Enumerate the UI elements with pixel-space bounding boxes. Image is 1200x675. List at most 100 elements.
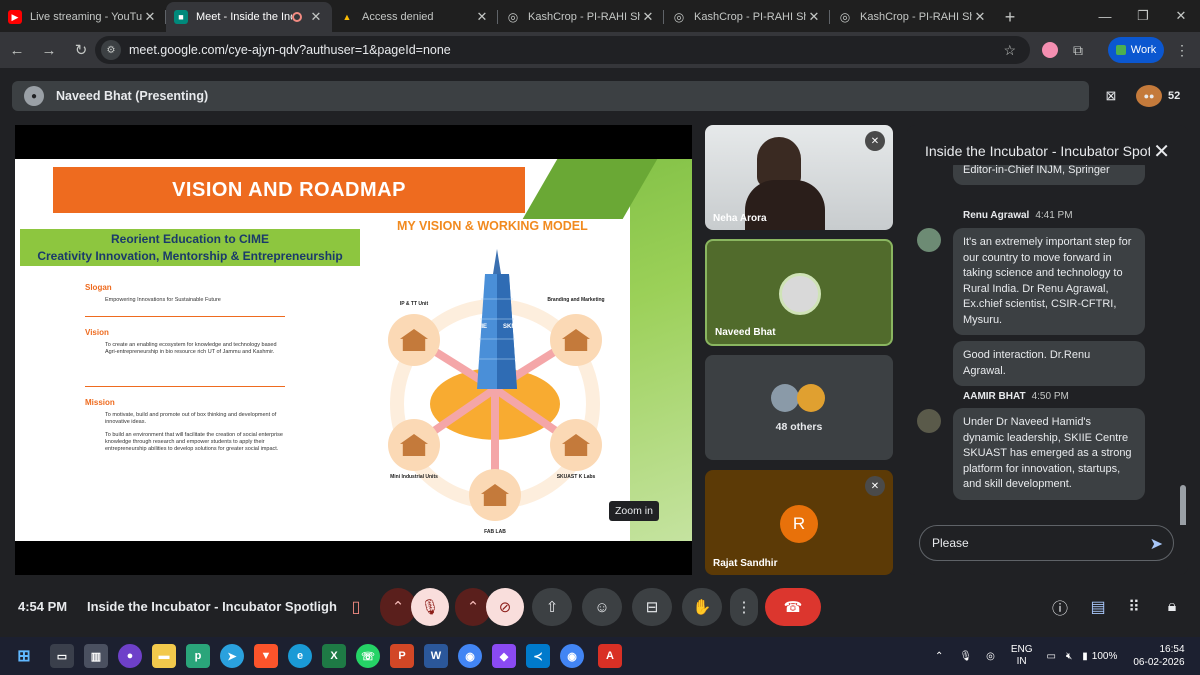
chat-input-text[interactable]: Please [932,536,969,550]
avatar [917,228,941,252]
telegram-icon[interactable]: ➤ [220,644,244,668]
participant-tile-rajat[interactable]: R ✕ Rajat Sandhir [705,470,893,575]
message-text: Under Dr Naveed Hamid's dynamic leadersh… [963,416,1132,490]
language-indicator[interactable]: ENG IN [1011,644,1033,668]
participant-tile-neha[interactable]: ✕ Neha Arora [705,125,893,230]
minimize-icon[interactable]: — [1086,0,1124,32]
more-options-button[interactable]: ⋮ [730,588,758,626]
close-icon[interactable]: ✕ [142,9,158,25]
captions-button[interactable]: ⊟ [632,588,672,626]
brave-icon[interactable]: ▼ [254,644,278,668]
app-icon[interactable]: ▥ [84,644,108,668]
whatsapp-icon[interactable]: ☏ [356,644,380,668]
bookmark-star-icon[interactable]: ☆ [1003,42,1016,59]
participant-tile-naveed[interactable]: Naveed Bhat [705,239,893,346]
presentation-toggle-icon[interactable]: ⊠ [1100,86,1122,106]
chevron-up-icon: ⌃ [466,599,480,616]
recording-icon[interactable]: ▯ [344,595,368,619]
avatar: R [780,505,818,543]
participants-avatars-icon[interactable]: ●● [1136,85,1162,107]
chevron-up-icon[interactable]: ⌃ [935,651,943,662]
edge-icon[interactable]: e [288,644,312,668]
tab-youtube-studio[interactable]: ▶ Live streaming - YouTube Studio ✕ [0,2,166,32]
mission-text-2: To build an environment that will facili… [105,432,283,452]
presentation-stage[interactable]: VISION AND ROADMAP Reorient Education to… [15,125,692,575]
battery-icon[interactable]: ▮ [1082,651,1088,662]
chat-scrollbar[interactable] [1180,485,1186,525]
word-icon[interactable]: W [424,644,448,668]
participant-tile-others[interactable]: 48 others [705,355,893,460]
browser-tab-strip: ▶ Live streaming - YouTube Studio ✕ ■ Me… [0,0,1200,32]
captions-icon: ⊟ [645,599,659,616]
present-button[interactable]: ⇧ [532,588,572,626]
tab-meet[interactable]: ■ Meet - Inside the Incubator ✕ [166,2,332,32]
house-icon [562,434,590,456]
reactions-button[interactable]: ☺ [582,588,622,626]
close-window-icon[interactable]: ✕ [1162,0,1200,32]
host-controls-icon[interactable]: 🔒︎ [1160,595,1184,619]
chat-messages[interactable]: Editor-in-Chief INJM, Springer Renu Agra… [907,165,1188,525]
close-icon[interactable]: ✕ [972,9,988,25]
profile-button[interactable]: Work [1108,37,1164,63]
house-icon [562,329,590,351]
app-icon[interactable]: p [186,644,210,668]
chat-input[interactable]: Please ➤ [919,525,1174,561]
chrome-icon[interactable]: ◉ [560,644,584,668]
extensions-puzzle-icon[interactable]: ⧉ [1066,38,1090,62]
github-icon[interactable]: ● [118,644,142,668]
leave-call-button[interactable]: ☎ [765,588,821,626]
tab-kashcrop-2[interactable]: ◎ KashCrop - PI-RAHI Showcase ✕ [664,2,830,32]
speaker-muted-icon[interactable]: 🔇︎ [1066,651,1072,662]
node-mini-industrial [388,419,440,471]
location-icon[interactable]: ◎ [986,651,995,662]
display-icon[interactable]: ▭ [1047,651,1056,662]
slogan-text: Empowering Innovations for Sustainable F… [105,297,221,303]
clock[interactable]: 16:54 06-02-2026 [1133,643,1184,669]
mic-toggle-button[interactable]: 🎙︎ [411,588,449,626]
address-bar[interactable]: ⚙ meet.google.com/cye-ajyn-qdv?authuser=… [95,36,1030,64]
back-icon[interactable]: ← [2,35,32,65]
menu-kebab-icon[interactable]: ⋮ [1170,38,1194,62]
vscode-icon[interactable]: ≺ [526,644,550,668]
activities-icon[interactable]: ⠿ [1122,595,1146,619]
windows-taskbar: ⊞ ▭ ▥ ● ▬ p ➤ ▼ e X ☏ P W ◉ ◆ ≺ ◉ A ⌃ 🎙︎… [0,637,1200,675]
excel-icon[interactable]: X [322,644,346,668]
restore-icon[interactable]: ❐ [1124,0,1162,32]
tab-label: Access denied [362,11,434,23]
kebab-icon: ⋮ [736,599,752,616]
slide-left-column: Slogan Empowering Innovations for Sustai… [85,284,285,453]
camera-toggle-button[interactable]: ⊘ [486,588,524,626]
site-info-icon[interactable]: ⚙ [101,40,121,60]
tab-kashcrop-3[interactable]: ◎ KashCrop - PI-RAHI Showcase ✕ [830,2,996,32]
node-label: FAB LAB [484,529,506,535]
tab-kashcrop-1[interactable]: ◎ KashCrop - PI-RAHI Showcase ✕ [498,2,664,32]
raise-hand-button[interactable]: ✋ [682,588,722,626]
reload-icon[interactable]: ↻ [66,35,96,65]
mic-icon[interactable]: 🎙︎ [959,651,972,662]
chrome-icon[interactable]: ◉ [458,644,482,668]
extension-icon[interactable] [1038,38,1062,62]
mic-off-icon: 🎙︎ [420,599,440,616]
clock-time: 16:54 [1159,644,1185,655]
app-icon[interactable]: ◆ [492,644,516,668]
send-icon[interactable]: ➤ [1150,534,1163,554]
new-tab-button[interactable]: + [996,2,1024,32]
close-icon[interactable]: ✕ [474,9,490,25]
pdf-icon[interactable]: A [598,644,622,668]
camera-off-icon: ⊘ [498,599,512,616]
forward-icon[interactable]: → [34,35,64,65]
close-icon[interactable]: ✕ [308,9,324,25]
close-icon[interactable]: ✕ [1153,139,1170,164]
task-view-icon[interactable]: ▭ [50,644,74,668]
browser-toolbar: ← → ↻ ⚙ meet.google.com/cye-ajyn-qdv?aut… [0,32,1200,68]
powerpoint-icon[interactable]: P [390,644,414,668]
url-text[interactable]: meet.google.com/cye-ajyn-qdv?authuser=1&… [129,43,451,57]
close-icon[interactable]: ✕ [640,9,656,25]
close-icon[interactable]: ✕ [806,9,822,25]
chat-icon[interactable]: ▤ [1086,595,1110,619]
file-explorer-icon[interactable]: ▬ [152,644,176,668]
windows-start-icon[interactable]: ⊞ [12,644,36,668]
tab-access-denied[interactable]: ▲ Access denied ✕ [332,2,498,32]
info-icon[interactable]: ⓘ [1048,595,1072,619]
sender-name: Renu Agrawal [963,210,1030,221]
